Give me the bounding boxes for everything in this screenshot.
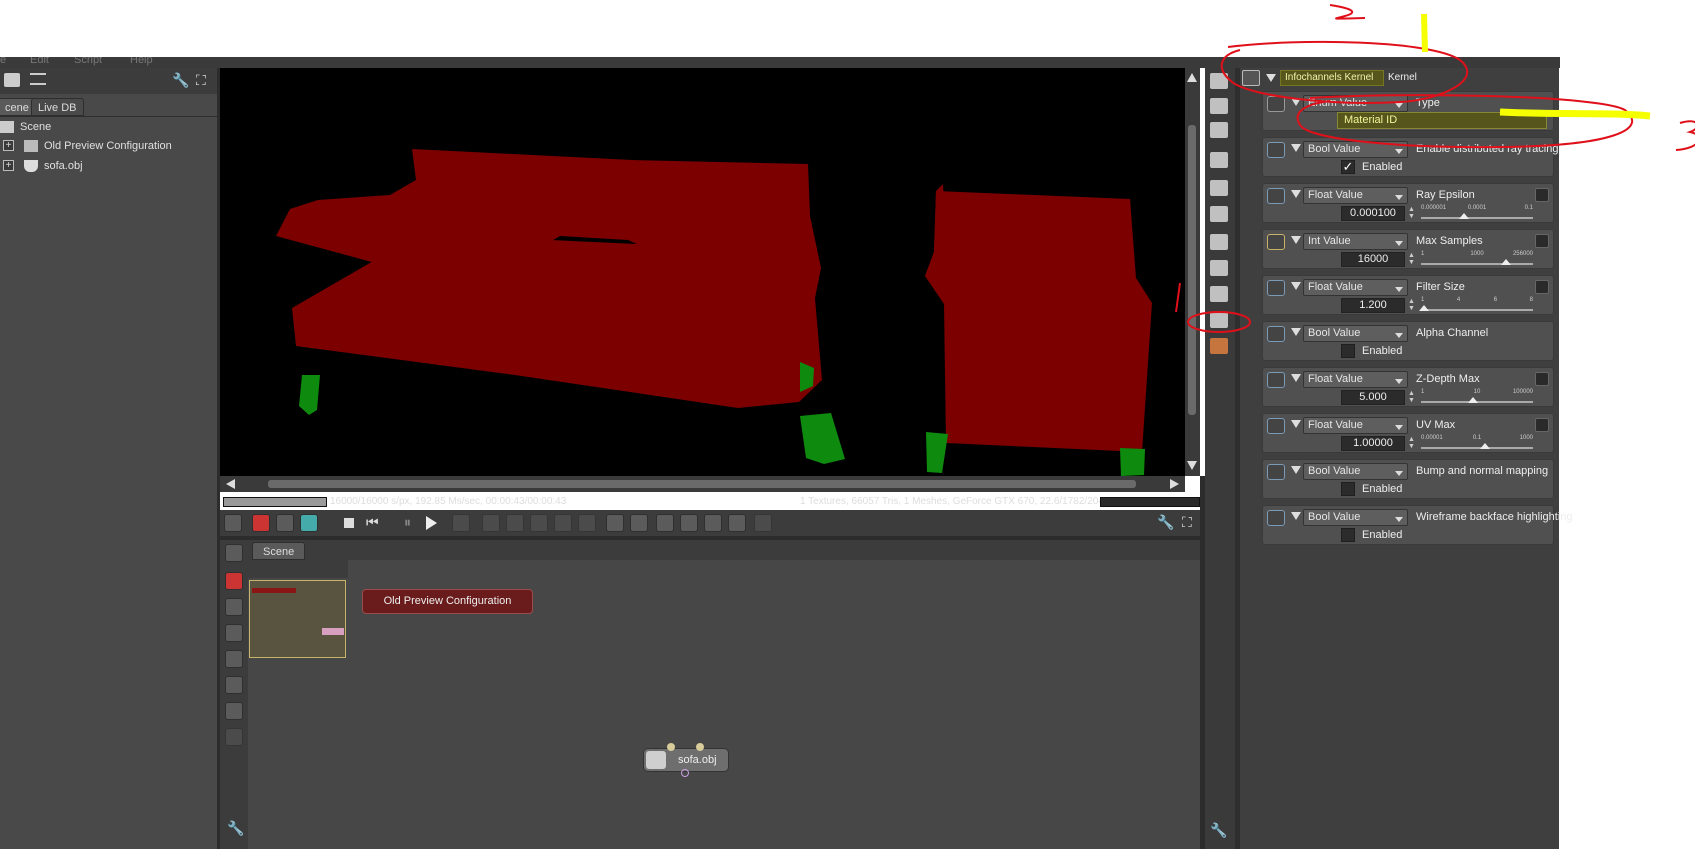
- annotation-3: [1675, 120, 1695, 151]
- annotation-overlay: [1175, 4, 1695, 333]
- annotation-circle-kernel: [1220, 40, 1469, 104]
- annotation-yellow-stroke: [1499, 108, 1651, 120]
- annotation-1: [1175, 282, 1181, 313]
- annotation-2: [1329, 4, 1366, 20]
- annotation-circle-icon: [1187, 311, 1251, 333]
- annotation-yellow-stroke: [1421, 13, 1428, 53]
